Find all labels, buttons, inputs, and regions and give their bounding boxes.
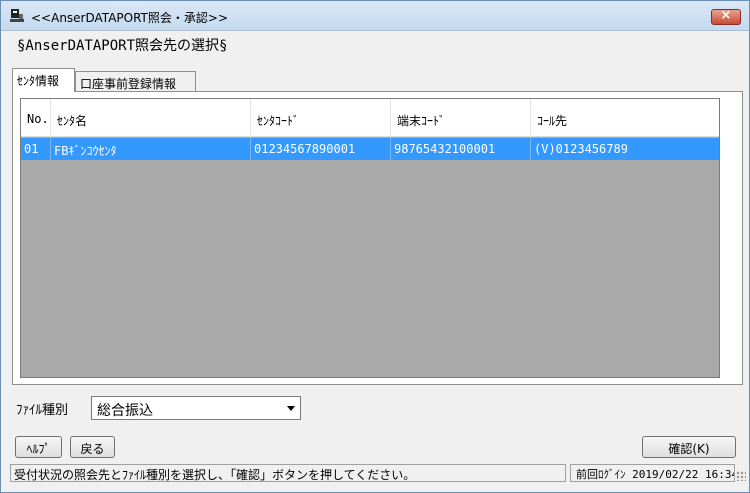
resize-grip-icon[interactable] (736, 471, 746, 481)
tab-panel-center-info: No. ｾﾝﾀ名 ｾﾝﾀｺｰﾄﾞ 端末ｺｰﾄﾞ ｺｰﾙ先 01 FBｷﾞﾝｺｳｾ… (12, 91, 743, 385)
chevron-down-icon[interactable] (287, 406, 295, 411)
app-icon (10, 9, 24, 22)
center-grid[interactable]: No. ｾﾝﾀ名 ｾﾝﾀｺｰﾄﾞ 端末ｺｰﾄﾞ ｺｰﾙ先 01 FBｷﾞﾝｺｳｾ… (20, 98, 720, 378)
last-login-info: 前回ﾛｸﾞｲﾝ 2019/02/22 16:34 (570, 464, 735, 482)
title-bar[interactable]: <<AnserDATAPORT照会・承認>> × (1, 1, 749, 31)
status-message: 受付状況の照会先とﾌｧｲﾙ種別を選択し、「確認」ボタンを押してください。 (10, 464, 566, 482)
status-bar: 受付状況の照会先とﾌｧｲﾙ種別を選択し、「確認」ボタンを押してください。 前回ﾛ… (1, 463, 749, 492)
column-header-no[interactable]: No. (21, 99, 51, 137)
table-row-selected[interactable]: 01 FBｷﾞﾝｺｳｾﾝﾀ 01234567890001 98765432100… (21, 138, 719, 160)
tab-account-preregistration[interactable]: 口座事前登録情報 (75, 71, 196, 91)
confirm-button[interactable]: 確認(K) (642, 436, 736, 458)
page-heading: §AnserDATAPORT照会先の選択§ (17, 38, 228, 54)
column-header-terminal-code[interactable]: 端末ｺｰﾄﾞ (391, 99, 531, 137)
help-button[interactable]: ﾍﾙﾌﾟ (15, 436, 62, 458)
cell-terminal-code: 98765432100001 (391, 138, 531, 160)
column-header-center-code[interactable]: ｾﾝﾀｺｰﾄﾞ (251, 99, 391, 137)
cell-center-code: 01234567890001 (251, 138, 391, 160)
column-header-center-name[interactable]: ｾﾝﾀ名 (51, 99, 251, 137)
back-button[interactable]: 戻る (70, 436, 115, 458)
tab-center-info[interactable]: ｾﾝﾀ情報 (12, 68, 75, 92)
file-type-select[interactable]: 総合振込 (91, 396, 301, 420)
file-type-label: ﾌｧｲﾙ種別 (16, 403, 69, 418)
file-type-value: 総合振込 (97, 403, 153, 419)
window-title: <<AnserDATAPORT照会・承認>> (31, 11, 228, 25)
main-window: <<AnserDATAPORT照会・承認>> × §AnserDATAPORT照… (0, 0, 750, 493)
column-header-call-to[interactable]: ｺｰﾙ先 (531, 99, 719, 137)
grid-header: No. ｾﾝﾀ名 ｾﾝﾀｺｰﾄﾞ 端末ｺｰﾄﾞ ｺｰﾙ先 (21, 99, 719, 137)
cell-no: 01 (21, 138, 51, 160)
close-icon: × (720, 8, 732, 23)
cell-center-name: FBｷﾞﾝｺｳｾﾝﾀ (51, 138, 251, 160)
close-button[interactable]: × (711, 8, 741, 25)
cell-call-to: (V)0123456789 (534, 142, 628, 156)
